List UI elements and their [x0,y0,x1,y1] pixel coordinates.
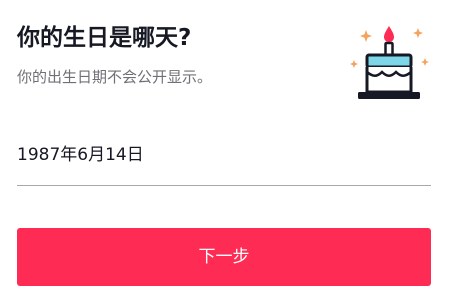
birthday-date-value: 1987年6月14日 [17,145,144,165]
page-subtitle: 你的出生日期不会公开显示。 [17,68,213,86]
candle-flame-icon [384,26,394,42]
cake-top-tier [365,53,413,69]
cake-body [365,67,413,94]
candle-icon [384,41,394,57]
birthday-date-field[interactable]: 1987年6月14日 [17,130,431,186]
cake-plate [358,92,420,99]
next-button[interactable]: 下一步 [17,228,431,286]
birthday-cake-icon [350,26,429,99]
page-title: 你的生日是哪天? [17,25,192,51]
